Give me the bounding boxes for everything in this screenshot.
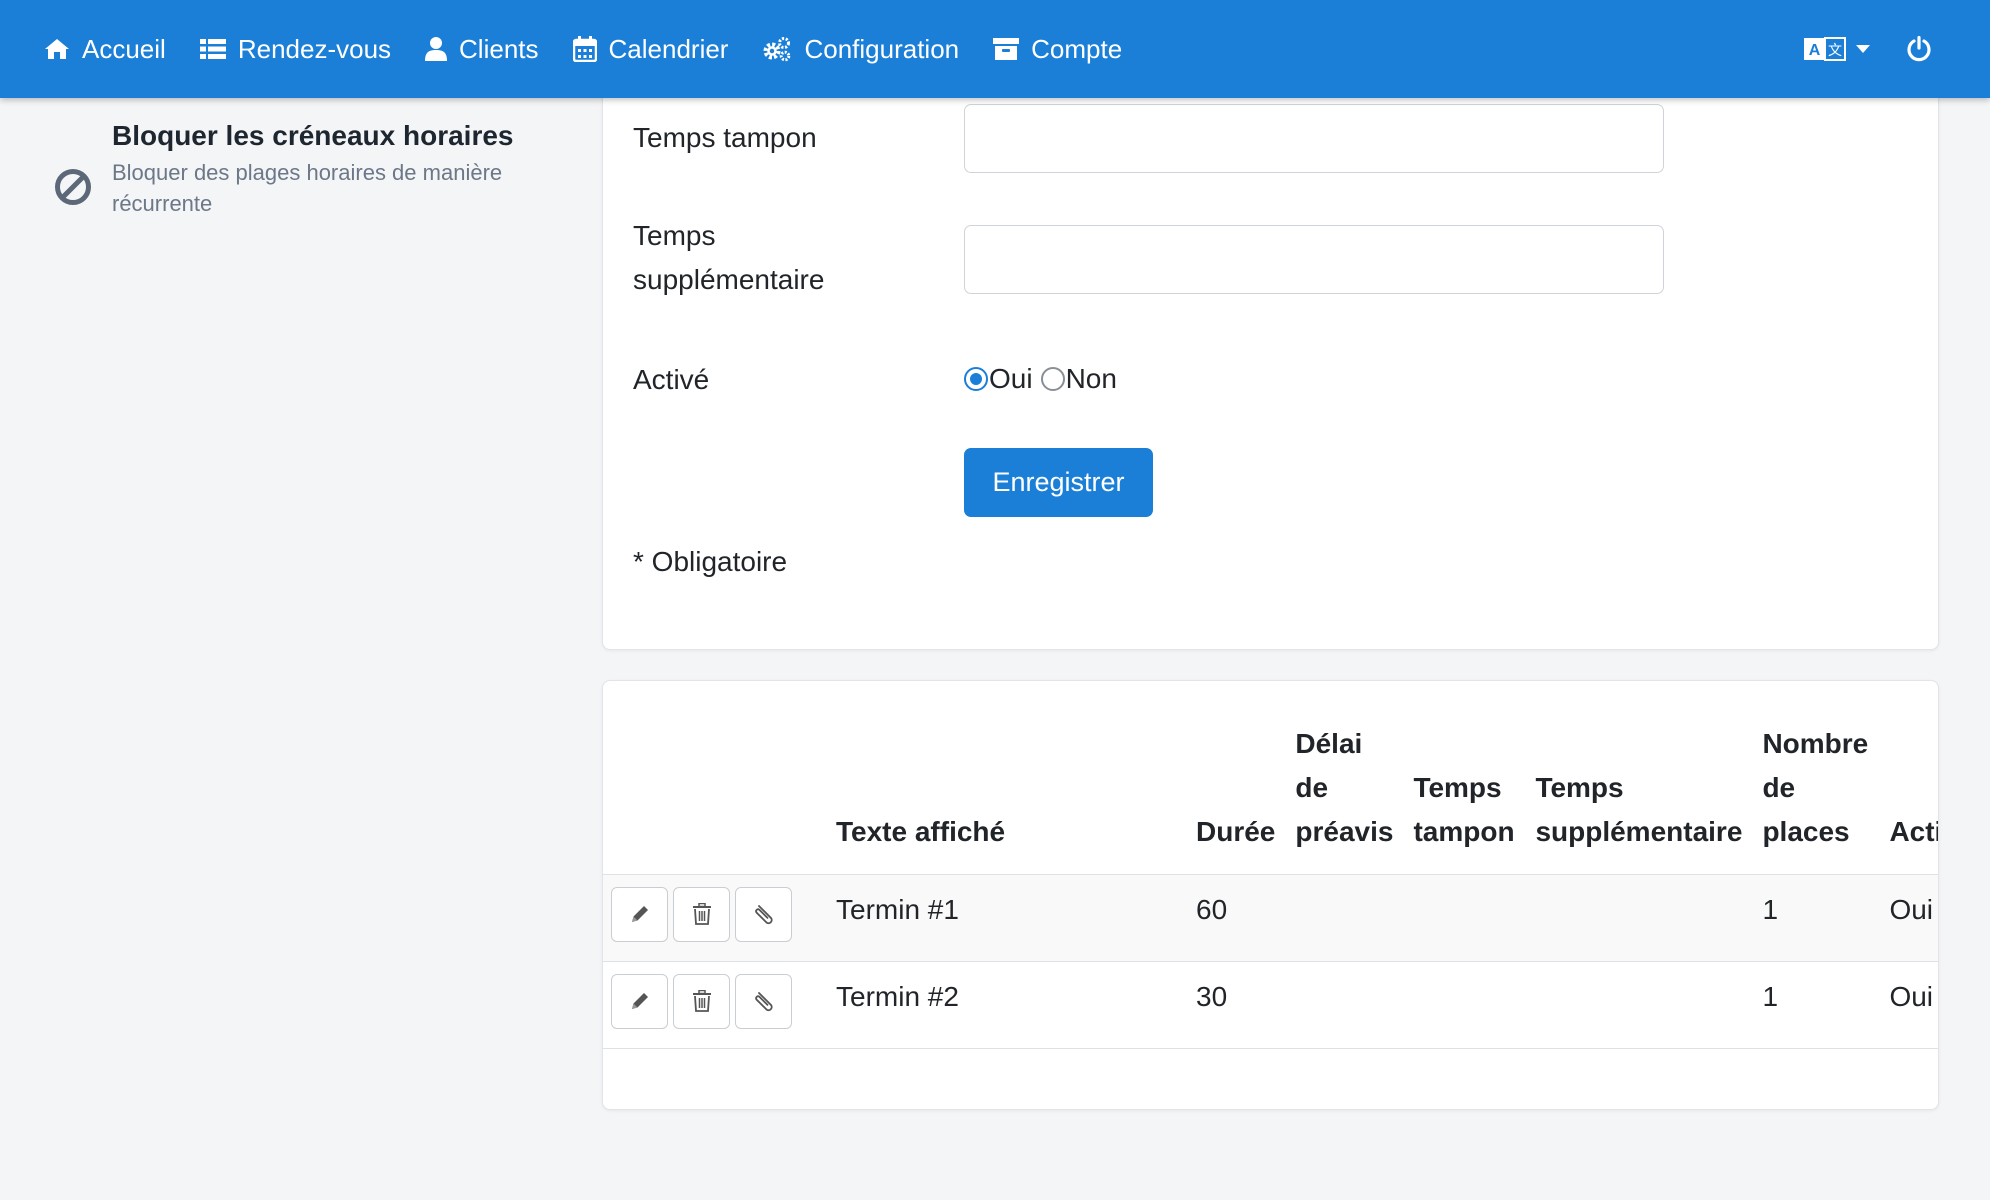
column-header-notice: Délai de préavis: [1285, 681, 1404, 875]
buffer-time-input[interactable]: [964, 104, 1664, 173]
edit-button[interactable]: [611, 886, 668, 942]
column-header-extra: Temps supplémentaire: [1525, 681, 1753, 875]
edit-icon: [631, 906, 648, 922]
attach-button[interactable]: [735, 973, 792, 1029]
active-radio-group: Oui Non: [964, 363, 1125, 395]
nav-label: Calendrier: [608, 33, 729, 64]
row-actions: [603, 874, 826, 962]
calendar-icon: [572, 36, 597, 62]
page-header: Bloquer les créneaux horaires Bloquer de…: [54, 116, 514, 219]
language-dropdown[interactable]: A文: [1804, 37, 1870, 61]
svg-text:A: A: [1809, 42, 1821, 59]
trash-icon: [692, 990, 711, 1012]
paperclip-icon: [754, 992, 773, 1012]
column-header-places: Nombre de places: [1752, 681, 1880, 875]
active-no-radio[interactable]: [1040, 367, 1065, 391]
nav-item-rendez-vous[interactable]: Rendez-vous: [199, 0, 392, 98]
nav-label: Clients: [459, 33, 539, 64]
power-icon: [1907, 36, 1931, 62]
paperclip-icon: [754, 905, 773, 925]
row-places: 1: [1752, 961, 1880, 1049]
nav-label: Configuration: [804, 33, 960, 64]
row-extra: [1525, 961, 1753, 1049]
nav-item-accueil[interactable]: Accueil: [44, 0, 166, 98]
column-header-active: Activé: [1879, 681, 1938, 875]
row-text: Termin #2: [826, 961, 1186, 1049]
user-icon: [425, 37, 448, 61]
row-duration: 30: [1186, 961, 1286, 1049]
row-active: Oui: [1879, 961, 1938, 1049]
column-header-actions: [603, 681, 826, 875]
attach-button[interactable]: [735, 886, 792, 942]
nav-item-calendrier[interactable]: Calendrier: [572, 0, 729, 98]
page-description: Bloquer des plages horaires de manière r…: [112, 160, 503, 216]
active-label: Activé: [633, 364, 710, 395]
nav-item-clients[interactable]: Clients: [425, 0, 539, 98]
row-notice: [1285, 961, 1404, 1049]
extra-time-input[interactable]: [964, 225, 1664, 294]
active-yes-radio[interactable]: [964, 367, 988, 391]
nav-label: Rendez-vous: [237, 33, 392, 64]
timeslots-table-card: Texte affiché Durée Délai de préavis Tem…: [602, 680, 1939, 1110]
page-header-text: Bloquer les créneaux horaires Bloquer de…: [112, 116, 514, 219]
nav-item-configuration[interactable]: Configuration: [762, 0, 959, 98]
row-text: Termin #1: [826, 874, 1186, 962]
nav-label: Compte: [1031, 33, 1123, 64]
active-yes-label: Oui: [989, 363, 1033, 394]
list-icon: [199, 39, 226, 59]
row-extra: [1525, 874, 1753, 962]
top-navbar: Accueil Rendez-vous Clients Calendrier C…: [0, 0, 1990, 98]
trash-icon: [692, 903, 711, 925]
table-row: Termin #1 60 1 Oui: [603, 874, 1938, 962]
row-buffer: [1403, 961, 1526, 1049]
buffer-time-label: Temps tampon: [633, 122, 817, 153]
chevron-down-icon: [1856, 45, 1870, 53]
cogs-icon: [763, 37, 791, 62]
edit-button[interactable]: [611, 973, 668, 1029]
row-active: Oui: [1879, 874, 1938, 962]
navbar-right: A文: [1804, 0, 1990, 98]
row-places: 1: [1752, 874, 1880, 962]
timeslot-form-card: Temps tampon Temps supplémentaire Activé…: [602, 60, 1939, 650]
table-header-row: Texte affiché Durée Délai de préavis Tem…: [603, 681, 1938, 875]
row-actions: [603, 961, 826, 1049]
nav-item-compte[interactable]: Compte: [993, 0, 1122, 98]
row-duration: 60: [1186, 874, 1286, 962]
language-icon: A文: [1804, 37, 1846, 61]
page-title: Bloquer les créneaux horaires: [112, 120, 514, 151]
archive-icon: [993, 38, 1020, 60]
ban-icon: [55, 169, 91, 205]
nav-label: Accueil: [82, 33, 166, 64]
column-header-buffer: Temps tampon: [1403, 681, 1526, 875]
svg-text:文: 文: [1828, 43, 1842, 59]
save-button[interactable]: Enregistrer: [964, 448, 1153, 517]
row-notice: [1285, 874, 1404, 962]
delete-button[interactable]: [673, 886, 730, 942]
active-no-label: Non: [1065, 363, 1117, 394]
row-buffer: [1403, 874, 1526, 962]
column-header-text: Texte affiché: [826, 681, 1186, 875]
timeslots-table: Texte affiché Durée Délai de préavis Tem…: [603, 681, 1938, 1049]
home-icon: [45, 39, 69, 59]
table-row: Termin #2 30 1 Oui: [603, 961, 1938, 1049]
required-note: * Obligatoire: [633, 546, 788, 577]
delete-button[interactable]: [673, 973, 730, 1029]
column-header-duration: Durée: [1186, 681, 1286, 875]
edit-icon: [631, 993, 648, 1009]
extra-time-label: Temps supplémentaire: [633, 220, 825, 295]
logout-button[interactable]: [1906, 36, 1932, 62]
